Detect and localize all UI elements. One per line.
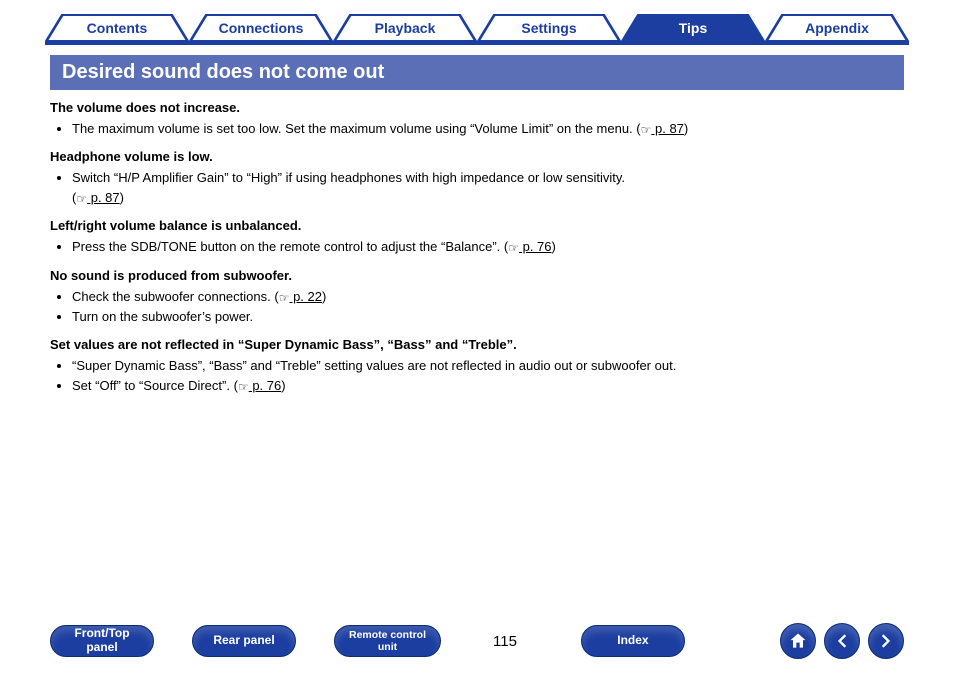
home-icon [788, 631, 808, 651]
tab-appendix[interactable]: Appendix [765, 14, 909, 42]
tab-label: Playback [375, 20, 436, 36]
trouble-item-text: Press the SDB/TONE button on the remote … [72, 239, 504, 254]
bottom-pill-remote-control[interactable]: Remote controlunit [334, 625, 441, 657]
pill-label: panel [86, 641, 117, 655]
tab-playback[interactable]: Playback [333, 14, 477, 42]
bottom-bar: Front/Toppanel Rear panel Remote controlun… [0, 623, 954, 659]
home-button[interactable] [780, 623, 816, 659]
page-reference-link[interactable]: p. 76 [519, 239, 552, 254]
page-reference: (☞ p. 87) [72, 190, 124, 205]
pointer-icon: ☞ [279, 289, 290, 308]
trouble-item: Check the subwoofer connections. (☞ p. 2… [72, 287, 904, 307]
tab-settings[interactable]: Settings [477, 14, 621, 42]
trouble-item-list: Switch “H/P Amplifier Gain” to “High” if… [72, 168, 904, 208]
trouble-item: “Super Dynamic Bass”, “Bass” and “Treble… [72, 356, 904, 376]
page-reference: (☞ p. 76) [504, 239, 556, 254]
trouble-item: Switch “H/P Amplifier Gain” to “High” if… [72, 168, 904, 208]
trouble-heading: No sound is produced from subwoofer. [50, 268, 904, 283]
tab-label: Settings [521, 20, 576, 36]
next-icon [876, 631, 896, 651]
tab-label: Appendix [805, 20, 869, 36]
trouble-item-text: “Super Dynamic Bass”, “Bass” and “Treble… [72, 358, 676, 373]
content-area: Desired sound does not come out The volu… [0, 45, 954, 396]
trouble-item-text: Switch “H/P Amplifier Gain” to “High” if… [72, 170, 625, 185]
round-button-group [780, 623, 904, 659]
trouble-heading: The volume does not increase. [50, 100, 904, 115]
pointer-icon: ☞ [641, 121, 652, 140]
trouble-item: Press the SDB/TONE button on the remote … [72, 237, 904, 257]
top-tab-bar: Contents Connections Playback Settings Tips A… [0, 0, 954, 42]
trouble-item-text: Turn on the subwoofer’s power. [72, 309, 253, 324]
page-reference-link[interactable]: p. 22 [289, 289, 322, 304]
trouble-heading: Headphone volume is low. [50, 149, 904, 164]
pill-label: unit [378, 641, 397, 653]
page-reference-link[interactable]: p. 76 [249, 378, 282, 393]
trouble-item: The maximum volume is set too low. Set t… [72, 119, 904, 139]
trouble-item-text: Set “Off” to “Source Direct”. [72, 378, 234, 393]
trouble-item-text: The maximum volume is set too low. Set t… [72, 121, 636, 136]
bottom-pill-index[interactable]: Index [581, 625, 685, 657]
prev-icon [832, 631, 852, 651]
pill-label: Index [617, 634, 648, 648]
trouble-item-list: The maximum volume is set too low. Set t… [72, 119, 904, 139]
troubleshooting-list: The volume does not increase. The maximum… [50, 100, 904, 396]
tab-connections[interactable]: Connections [189, 14, 333, 42]
trouble-item-list: Check the subwoofer connections. (☞ p. 2… [72, 287, 904, 327]
next-button[interactable] [868, 623, 904, 659]
page-reference: (☞ p. 87) [636, 121, 688, 136]
bottom-pill-group: Front/Toppanel Rear panel Remote controlun… [50, 625, 685, 657]
trouble-item-text: Check the subwoofer connections. [72, 289, 274, 304]
pointer-icon: ☞ [76, 190, 87, 209]
page-reference-link[interactable]: p. 87 [651, 121, 684, 136]
bottom-pill-front-top[interactable]: Front/Toppanel [50, 625, 154, 657]
tab-label: Contents [87, 20, 148, 36]
trouble-item-list: Press the SDB/TONE button on the remote … [72, 237, 904, 257]
page-reference: (☞ p. 22) [274, 289, 326, 304]
page-reference-link[interactable]: p. 87 [87, 190, 120, 205]
pill-label: Rear panel [213, 634, 274, 648]
trouble-item: Set “Off” to “Source Direct”. (☞ p. 76) [72, 376, 904, 396]
tab-label: Connections [219, 20, 304, 36]
pointer-icon: ☞ [508, 239, 519, 258]
section-header: Desired sound does not come out [50, 55, 904, 90]
pointer-icon: ☞ [238, 378, 249, 397]
page-number: 115 [493, 633, 517, 650]
trouble-heading: Set values are not reflected in “Super D… [50, 337, 904, 352]
tab-label: Tips [679, 20, 708, 36]
trouble-heading: Left/right volume balance is unbalanced. [50, 218, 904, 233]
bottom-pill-rear-panel[interactable]: Rear panel [192, 625, 296, 657]
pill-label: Remote control [349, 629, 426, 641]
tab-contents[interactable]: Contents [45, 14, 189, 42]
prev-button[interactable] [824, 623, 860, 659]
trouble-item: Turn on the subwoofer’s power. [72, 307, 904, 327]
tab-tips[interactable]: Tips [621, 14, 765, 42]
pill-label: Front/Top [74, 627, 129, 641]
page-reference: (☞ p. 76) [234, 378, 286, 393]
trouble-item-list: “Super Dynamic Bass”, “Bass” and “Treble… [72, 356, 904, 396]
